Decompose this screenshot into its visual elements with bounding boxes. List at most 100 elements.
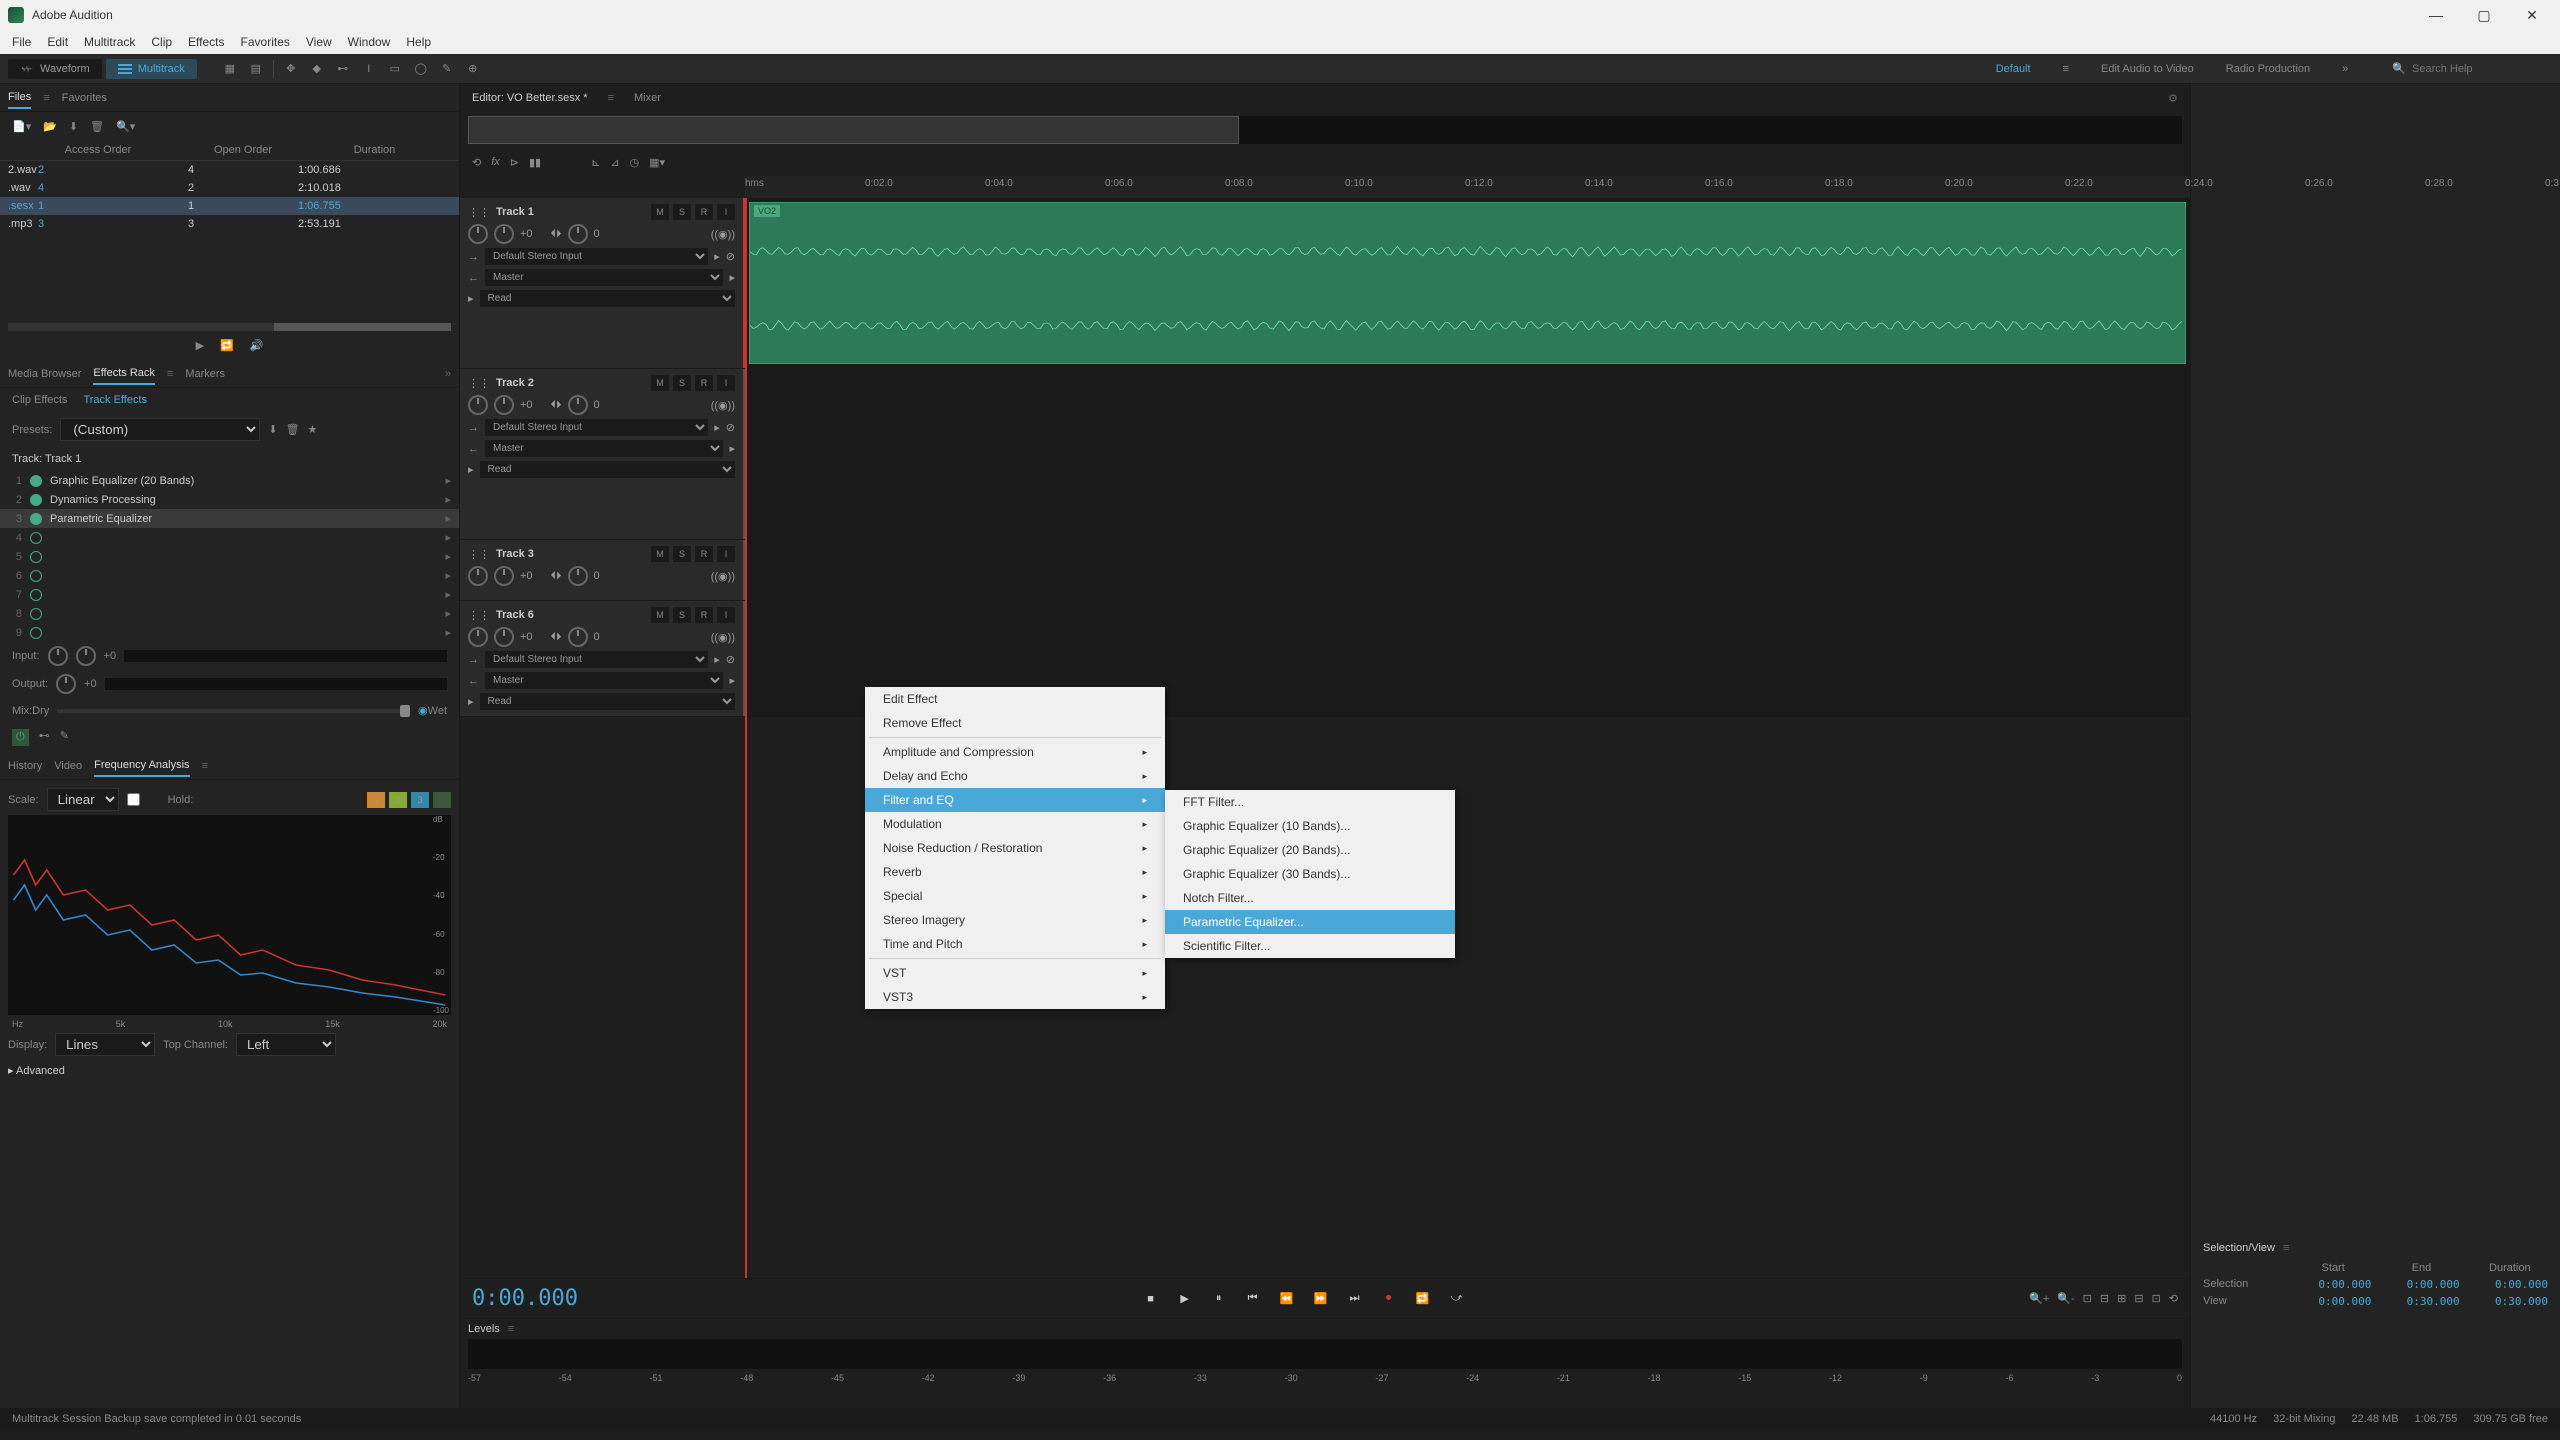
menu-multitrack[interactable]: Multitrack — [76, 35, 143, 49]
preset-fav-icon[interactable]: ★ — [308, 423, 318, 436]
fx-slot[interactable]: 3Parametric Equalizer▸ — [0, 509, 459, 528]
fx-arrow-icon[interactable]: ▸ — [445, 493, 451, 506]
arm-record-button[interactable]: R — [695, 204, 713, 220]
search-help[interactable]: 🔍 — [2392, 62, 2552, 75]
favorites-tab[interactable]: Favorites — [62, 88, 107, 108]
forward-button[interactable]: ⏩ — [1309, 1287, 1333, 1311]
zoom-fit-icon[interactable]: ⊡ — [2083, 1292, 2092, 1305]
solo-button[interactable]: S — [673, 546, 691, 562]
track-header[interactable]: ⋮⋮ Track 3 M S R I +0 ⏴⏵ 0 ((◉)) — [460, 540, 745, 600]
track-name[interactable]: Track 2 — [496, 377, 534, 389]
zoom-sel-icon[interactable]: ⊟ — [2100, 1292, 2109, 1305]
fx-slot[interactable]: 2Dynamics Processing▸ — [0, 490, 459, 509]
monitor-button[interactable]: I — [717, 546, 735, 562]
file-row[interactable]: .sesx 1 1 1:06.755 — [0, 197, 459, 215]
open-file-icon[interactable]: 📂 — [43, 120, 57, 133]
fx-power-icon[interactable] — [30, 494, 42, 506]
track-effects-tab[interactable]: Track Effects — [83, 394, 147, 406]
mix-slider[interactable] — [57, 709, 410, 713]
skip-button[interactable]: ⤻ — [1445, 1287, 1469, 1311]
effects-rack-tab[interactable]: Effects Rack — [93, 363, 155, 385]
automation-select[interactable]: Read — [480, 290, 735, 307]
menu-help[interactable]: Help — [398, 35, 439, 49]
sub-fft-filter[interactable]: FFT Filter... — [1165, 790, 1455, 814]
track-content[interactable]: VO2 — [745, 198, 2190, 368]
fx-power-icon[interactable] — [30, 551, 42, 563]
pan-knob[interactable] — [568, 627, 588, 647]
fx-slot[interactable]: 6▸ — [0, 566, 459, 585]
input-select[interactable]: Default Stereo Input — [485, 248, 708, 265]
tool-ripple-icon[interactable]: ⊿ — [610, 156, 619, 169]
ctx-modulation[interactable]: Modulation▸ — [865, 812, 1165, 836]
fx-slot[interactable]: 1Graphic Equalizer (20 Bands)▸ — [0, 471, 459, 490]
maximize-button[interactable]: ▢ — [2464, 3, 2504, 27]
display-select[interactable]: Lines — [55, 1033, 155, 1056]
fx-slot[interactable]: 8▸ — [0, 604, 459, 623]
mini-autoplay-icon[interactable]: 🔊 — [250, 339, 264, 352]
multitrack-mode-button[interactable]: Multitrack — [106, 59, 197, 79]
tool-snap-icon[interactable]: ⊾ — [591, 156, 600, 169]
mute-button[interactable]: M — [651, 607, 669, 623]
mixer-tab[interactable]: Mixer — [634, 92, 661, 104]
ctx-edit-effect[interactable]: Edit Effect — [865, 687, 1165, 711]
solo-button[interactable]: S — [673, 607, 691, 623]
mini-play-icon[interactable]: ▶ — [196, 339, 204, 352]
ctx-vst[interactable]: VST▸ — [865, 961, 1165, 985]
presets-select[interactable]: (Custom) — [60, 418, 260, 441]
zoom-in-v-icon[interactable]: ⊞ — [2117, 1292, 2126, 1305]
preset-save-icon[interactable]: ⬇ — [268, 423, 277, 436]
track-grip-icon[interactable]: ⋮⋮ — [468, 548, 490, 561]
view-start[interactable]: 0:00.000 — [2295, 1295, 2371, 1308]
top-channel-select[interactable]: Left — [236, 1033, 336, 1056]
monitor-button[interactable]: I — [717, 607, 735, 623]
advanced-toggle[interactable]: ▸ Advanced — [8, 1060, 451, 1081]
search-input[interactable] — [2412, 63, 2552, 75]
rack-tab-menu-icon[interactable]: ≡ — [167, 368, 173, 380]
track-header[interactable]: ⋮⋮ Track 6 M S R I +0 ⏴⏵ 0 ((◉)) →Defaul… — [460, 601, 745, 716]
volume-knob2[interactable] — [494, 627, 514, 647]
media-browser-tab[interactable]: Media Browser — [8, 364, 81, 384]
sel-end[interactable]: 0:00.000 — [2383, 1278, 2459, 1291]
pan-knob[interactable] — [568, 224, 588, 244]
menu-window[interactable]: Window — [340, 35, 399, 49]
tool-eq-icon[interactable]: ▮▮ — [529, 156, 541, 169]
sub-geq-20[interactable]: Graphic Equalizer (20 Bands)... — [1165, 838, 1455, 862]
ctx-amplitude[interactable]: Amplitude and Compression▸ — [865, 740, 1165, 764]
panel-expand-icon[interactable]: » — [445, 368, 451, 380]
track-name[interactable]: Track 6 — [496, 609, 534, 621]
scale-select[interactable]: Linear — [47, 788, 119, 811]
view-dur[interactable]: 0:30.000 — [2472, 1295, 2548, 1308]
file-row[interactable]: 2.wav 2 4 1:00.686 — [0, 161, 459, 179]
volume-knob[interactable] — [468, 566, 488, 586]
workspace-edit-audio[interactable]: Edit Audio to Video — [2093, 59, 2202, 79]
close-file-icon[interactable]: 🗑 — [90, 120, 104, 133]
hold-3-button[interactable]: 3 — [411, 792, 429, 808]
sel-start[interactable]: 0:00.000 — [2295, 1278, 2371, 1291]
tool-brush-icon[interactable]: ✎ — [438, 60, 456, 78]
ctx-timepitch[interactable]: Time and Pitch▸ — [865, 932, 1165, 956]
workspace-radio[interactable]: Radio Production — [2218, 59, 2318, 79]
volume-knob2[interactable] — [494, 224, 514, 244]
menu-clip[interactable]: Clip — [143, 35, 180, 49]
scale-checkbox[interactable] — [127, 793, 140, 806]
rewind-button[interactable]: ⏪ — [1275, 1287, 1299, 1311]
track-content[interactable] — [745, 369, 2190, 539]
output-select[interactable]: Master — [485, 269, 723, 286]
markers-tab[interactable]: Markers — [185, 364, 225, 384]
fx-arrow-icon[interactable]: ▸ — [445, 512, 451, 525]
automation-select[interactable]: Read — [480, 461, 735, 478]
fx-power-icon[interactable] — [30, 513, 42, 525]
go-start-button[interactable]: ⏮ — [1241, 1287, 1265, 1311]
play-button[interactable]: ▶ — [1173, 1287, 1197, 1311]
track-content[interactable] — [745, 540, 2190, 600]
pause-button[interactable]: ⏸ — [1207, 1287, 1231, 1311]
track-grip-icon[interactable]: ⋮⋮ — [468, 609, 490, 622]
pan-knob[interactable] — [568, 566, 588, 586]
history-tab[interactable]: History — [8, 756, 42, 776]
record-button[interactable]: ⏺ — [1377, 1287, 1401, 1311]
new-file-icon[interactable]: 📄▾ — [12, 120, 31, 133]
zoom-all-icon[interactable]: ⊡ — [2152, 1292, 2161, 1305]
track-header[interactable]: ⋮⋮ Track 1 M S R I +0 ⏴⏵ 0 ((◉)) →Defaul… — [460, 198, 745, 368]
frequency-analysis-tab[interactable]: Frequency Analysis — [94, 755, 189, 777]
fx-power-icon[interactable] — [30, 475, 42, 487]
